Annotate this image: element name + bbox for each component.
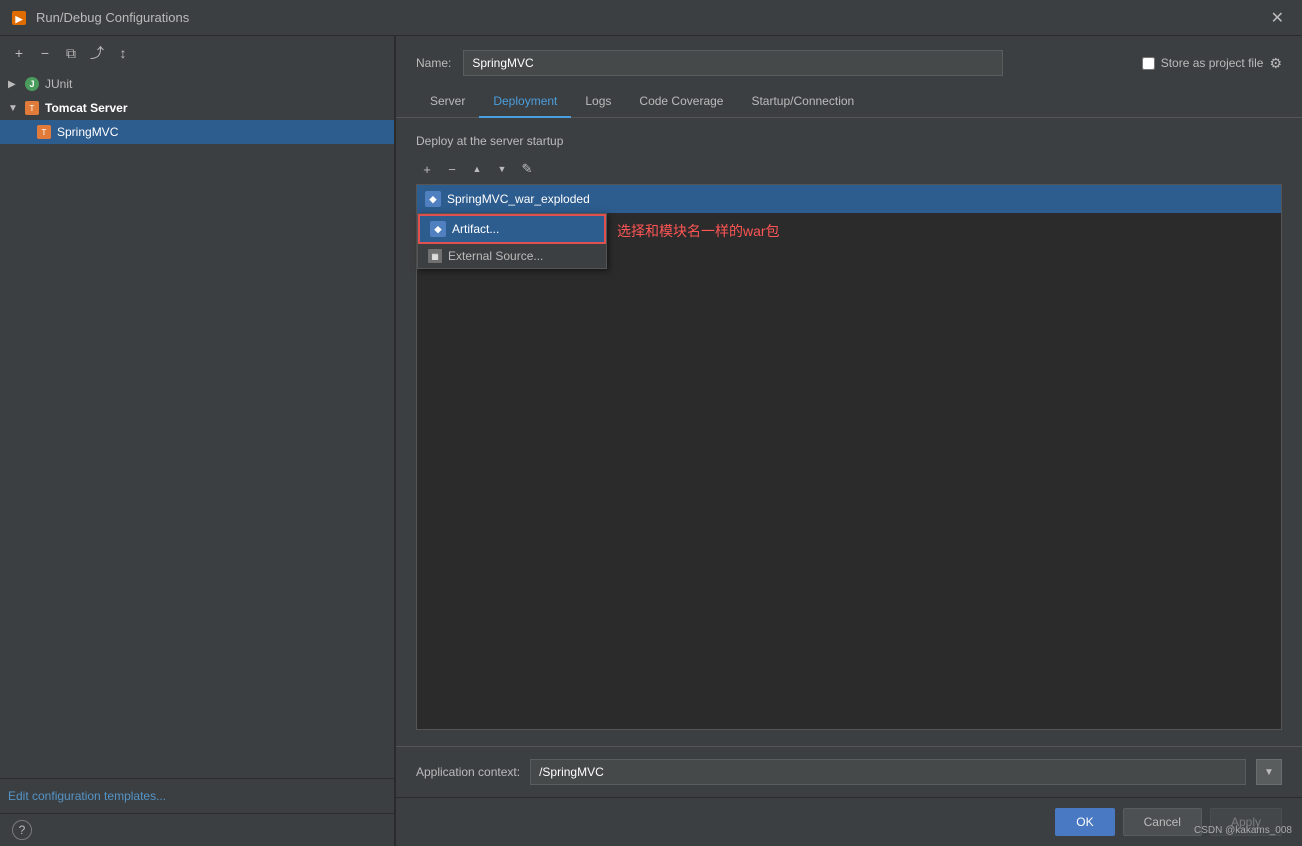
name-input[interactable] xyxy=(463,50,1003,76)
tab-startup-connection[interactable]: Startup/Connection xyxy=(737,86,868,118)
app-icon: ▶ xyxy=(10,9,28,27)
deploy-toolbar: + − ▲ ▼ ✎ xyxy=(416,158,1282,180)
dropdown-external-label: External Source... xyxy=(448,249,543,263)
app-context-label: Application context: xyxy=(416,765,520,779)
tab-code-coverage[interactable]: Code Coverage xyxy=(625,86,737,118)
tab-server[interactable]: Server xyxy=(416,86,479,118)
deploy-add-button[interactable]: + xyxy=(416,158,438,180)
deploy-list: ◆ SpringMVC_war_exploded ◆ Artifact... ▦… xyxy=(416,184,1282,730)
deployment-tab-content: Deploy at the server startup + − ▲ ▼ ✎ ◆… xyxy=(396,118,1302,746)
deployed-artifact-label: SpringMVC_war_exploded xyxy=(447,192,590,206)
tomcat-label: Tomcat Server xyxy=(45,101,127,115)
title-bar: ▶ Run/Debug Configurations ✕ xyxy=(0,0,1302,36)
deployed-artifact-row[interactable]: ◆ SpringMVC_war_exploded xyxy=(417,185,1281,213)
copy-config-button[interactable]: ⧉ xyxy=(60,42,82,64)
tree-toolbar: + − ⧉ ⤴ ↕ xyxy=(0,36,394,70)
tomcat-group-icon: T xyxy=(24,100,40,116)
app-context-input[interactable] xyxy=(530,759,1246,785)
left-panel: + − ⧉ ⤴ ↕ ▶ J JUnit ▼ T Tomcat Serv xyxy=(0,36,395,846)
deploy-up-button[interactable]: ▲ xyxy=(466,158,488,180)
ok-button[interactable]: OK xyxy=(1055,808,1114,836)
close-button[interactable]: ✕ xyxy=(1263,4,1292,32)
artifact-icon: ◆ xyxy=(425,191,441,207)
app-context-dropdown-arrow[interactable]: ▼ xyxy=(1256,759,1282,785)
name-label: Name: xyxy=(416,56,451,70)
store-label: Store as project file xyxy=(1161,56,1264,70)
right-panel: Name: Store as project file ⚙ Server Dep… xyxy=(396,36,1302,846)
annotation-text: 选择和模块名一样的war包 xyxy=(617,223,780,239)
springmvc-label: SpringMVC xyxy=(57,125,118,139)
store-checkbox-area: Store as project file ⚙ xyxy=(1142,55,1282,72)
help-button[interactable]: ? xyxy=(12,820,32,840)
tab-deployment[interactable]: Deployment xyxy=(479,86,571,118)
dropdown-artifact-label: Artifact... xyxy=(452,222,499,236)
app-context-row: Application context: ▼ xyxy=(396,746,1302,797)
tree-item-junit[interactable]: ▶ J JUnit xyxy=(0,72,394,96)
deploy-remove-button[interactable]: − xyxy=(441,158,463,180)
deploy-edit-button[interactable]: ✎ xyxy=(516,158,538,180)
store-checkbox[interactable] xyxy=(1142,57,1155,70)
edit-templates-link[interactable]: Edit configuration templates... xyxy=(8,789,166,803)
dropdown-external-icon: ▦ xyxy=(428,249,442,263)
dropdown-external-item[interactable]: ▦ External Source... xyxy=(418,244,606,268)
dropdown-artifact-item[interactable]: ◆ Artifact... xyxy=(418,214,606,244)
cancel-button[interactable]: Cancel xyxy=(1123,808,1202,836)
main-content: + − ⧉ ⤴ ↕ ▶ J JUnit ▼ T Tomcat Serv xyxy=(0,36,1302,846)
junit-icon: J xyxy=(24,76,40,92)
junit-label: JUnit xyxy=(45,77,72,91)
remove-config-button[interactable]: − xyxy=(34,42,56,64)
tab-logs[interactable]: Logs xyxy=(571,86,625,118)
dialog-title: Run/Debug Configurations xyxy=(36,10,1263,25)
add-config-button[interactable]: + xyxy=(8,42,30,64)
dropdown-artifact-icon: ◆ xyxy=(430,221,446,237)
sort-config-button[interactable]: ↕ xyxy=(112,42,134,64)
deploy-down-button[interactable]: ▼ xyxy=(491,158,513,180)
action-bar: OK Cancel Apply xyxy=(396,797,1302,846)
config-tree: ▶ J JUnit ▼ T Tomcat Server T SpringMVC xyxy=(0,70,394,778)
add-dropdown-menu: ◆ Artifact... ▦ External Source... xyxy=(417,213,607,269)
tomcat-chevron: ▼ xyxy=(8,103,24,114)
tabs-bar: Server Deployment Logs Code Coverage Sta… xyxy=(396,86,1302,118)
tree-item-tomcat[interactable]: ▼ T Tomcat Server xyxy=(0,96,394,120)
left-panel-footer: Edit configuration templates... xyxy=(0,778,394,813)
junit-chevron: ▶ xyxy=(8,79,24,90)
name-row: Name: Store as project file ⚙ xyxy=(396,36,1302,86)
apply-button[interactable]: Apply xyxy=(1210,808,1282,836)
move-config-button[interactable]: ⤴ xyxy=(86,42,108,64)
annotation-overlay: 选择和模块名一样的war包 xyxy=(617,221,780,241)
gear-icon[interactable]: ⚙ xyxy=(1269,55,1282,72)
springmvc-icon: T xyxy=(36,124,52,140)
tree-item-springmvc[interactable]: T SpringMVC xyxy=(0,120,394,144)
svg-text:▶: ▶ xyxy=(15,14,24,24)
deploy-label: Deploy at the server startup xyxy=(416,134,1282,148)
left-panel-bottom: ? xyxy=(0,813,394,846)
